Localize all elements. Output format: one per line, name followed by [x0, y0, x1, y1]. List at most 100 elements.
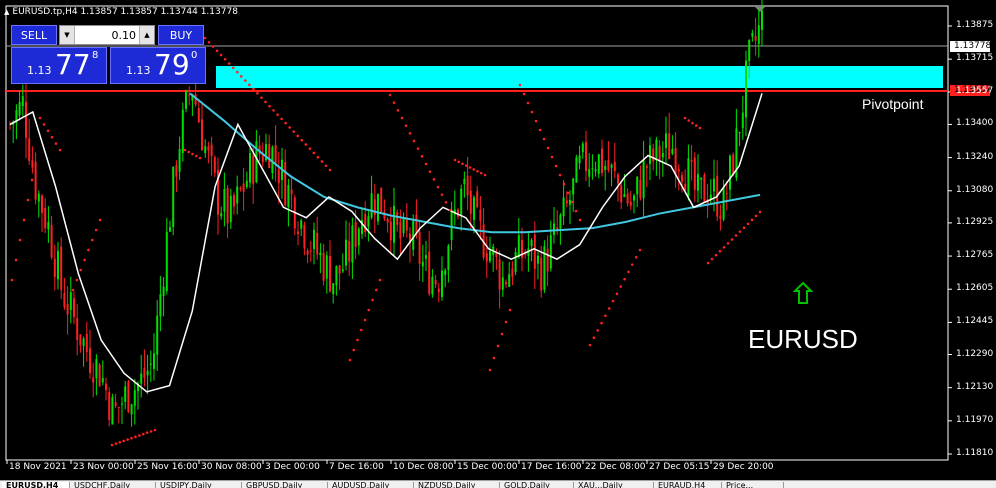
chart-tab[interactable]: Price... [722, 482, 784, 488]
sar-dot [592, 336, 596, 339]
bear-candle [252, 154, 255, 184]
bull-candle [345, 239, 347, 266]
chart-tab[interactable]: NZDUSD,Daily [414, 482, 500, 488]
sar-dot [698, 126, 702, 130]
chart-tab[interactable]: GOLD,Daily [500, 482, 574, 488]
chart-tab[interactable]: USDCHF,Daily [70, 482, 156, 488]
chart-tab[interactable]: AUDUSD,Daily [328, 482, 414, 488]
bull-candle [722, 187, 725, 220]
bear-candle [485, 253, 488, 262]
lot-size-stepper[interactable]: ▼ ▲ [59, 25, 155, 45]
sar-dot [558, 173, 562, 177]
sar-dot [260, 96, 263, 99]
bear-candle [309, 250, 312, 252]
chart-tab[interactable]: EURAUD,H4 [654, 482, 722, 488]
bull-candle [156, 315, 159, 355]
bear-candle [63, 293, 66, 308]
sar-dot [42, 123, 46, 126]
chart-menu-icon[interactable]: ▲ [4, 8, 9, 16]
bear-candle [105, 383, 107, 391]
x-tick-label: 25 Nov 16:00 [137, 462, 198, 472]
sar-dot [461, 162, 464, 166]
sar-dot [588, 343, 592, 347]
bull-candle [21, 96, 24, 107]
sar-dot [627, 270, 630, 274]
sar-dot [687, 119, 691, 122]
sar-dot [424, 162, 428, 166]
y-tick-label: 1.13240 [956, 151, 994, 162]
buy-price-prefix: 1.13 [126, 64, 151, 77]
bull-candle [530, 240, 533, 247]
bear-candle [693, 157, 696, 190]
sar-dot [546, 146, 550, 150]
bull-candle [140, 373, 143, 384]
lot-size-input[interactable] [76, 26, 138, 44]
bear-candle [405, 219, 408, 231]
bull-candle [729, 155, 731, 190]
chart-tab[interactable]: EURUSD,H4 [2, 482, 70, 488]
bull-candle [165, 231, 168, 292]
bull-candle [425, 255, 427, 259]
bull-candle [463, 178, 466, 185]
x-tick-label: 3 Dec 00:00 [265, 462, 320, 472]
bear-candle [60, 246, 63, 290]
sar-dot [18, 238, 22, 242]
sar-dot [26, 198, 30, 202]
bull-candle [300, 220, 303, 229]
bull-candle [447, 245, 450, 271]
sar-dot [223, 57, 227, 61]
sar-dot [542, 137, 546, 141]
bull-candle [146, 370, 149, 376]
sar-dot [554, 164, 558, 168]
sar-dot [207, 40, 211, 44]
bear-candle [76, 318, 79, 341]
bear-candle [89, 348, 91, 374]
sar-dot [476, 169, 479, 173]
sell-button[interactable]: SELL [11, 25, 57, 45]
sar-dot [457, 160, 461, 164]
sar-dot [420, 155, 424, 158]
fast-moving-average [9, 93, 763, 393]
buy-price-box[interactable]: 1.13 79 0 [110, 47, 206, 84]
one-click-trading-panel: SELL ▼ ▲ BUY 1.13 77 8 1.13 79 0 [9, 24, 206, 85]
y-tick-label: 1.12765 [956, 250, 994, 261]
y-tick-label: 1.12605 [956, 283, 994, 294]
bull-candle [124, 386, 127, 402]
bear-candle [85, 333, 88, 353]
bull-candle [610, 164, 613, 168]
buy-button[interactable]: BUY [158, 25, 204, 45]
sar-dot [518, 83, 522, 87]
chart-tab[interactable]: GBPUSD,Daily [242, 482, 328, 488]
triangle-up-icon[interactable]: ▲ [139, 26, 154, 44]
sar-dot [472, 168, 476, 171]
chart-tab[interactable]: USDJPY,Daily [156, 482, 242, 488]
sar-dot [578, 218, 582, 222]
triangle-down-icon[interactable]: ▼ [60, 26, 75, 44]
x-tick-label: 17 Dec 16:00 [521, 462, 582, 472]
sar-dot [758, 210, 762, 214]
bull-candle [460, 188, 463, 215]
bear-candle [629, 201, 632, 206]
bear-candle [66, 303, 69, 315]
sell-price-box[interactable]: 1.13 77 8 [11, 47, 107, 84]
sar-dot [94, 228, 98, 232]
bull-candle [367, 216, 370, 227]
bear-candle [428, 251, 431, 294]
bear-candle [297, 231, 299, 235]
bull-candle [57, 250, 59, 280]
bear-candle [601, 148, 603, 173]
bull-candle [162, 286, 165, 296]
chart-window[interactable]: ▲ EURUSD.tp,H4 1.13857 1.13857 1.13744 1.… [0, 0, 996, 488]
bull-candle [245, 180, 248, 188]
sar-dot [292, 130, 296, 133]
sar-dot [235, 70, 239, 74]
bull-candle [249, 153, 251, 183]
bear-candle [546, 248, 549, 272]
current-price-tag: 1.13778 [950, 41, 991, 52]
bull-candle [649, 145, 651, 164]
bear-candle [754, 35, 757, 41]
bear-candle [303, 224, 306, 249]
chart-tab[interactable]: XAU...Daily [574, 482, 654, 488]
bull-candle [82, 338, 85, 347]
bear-candle [34, 161, 37, 200]
